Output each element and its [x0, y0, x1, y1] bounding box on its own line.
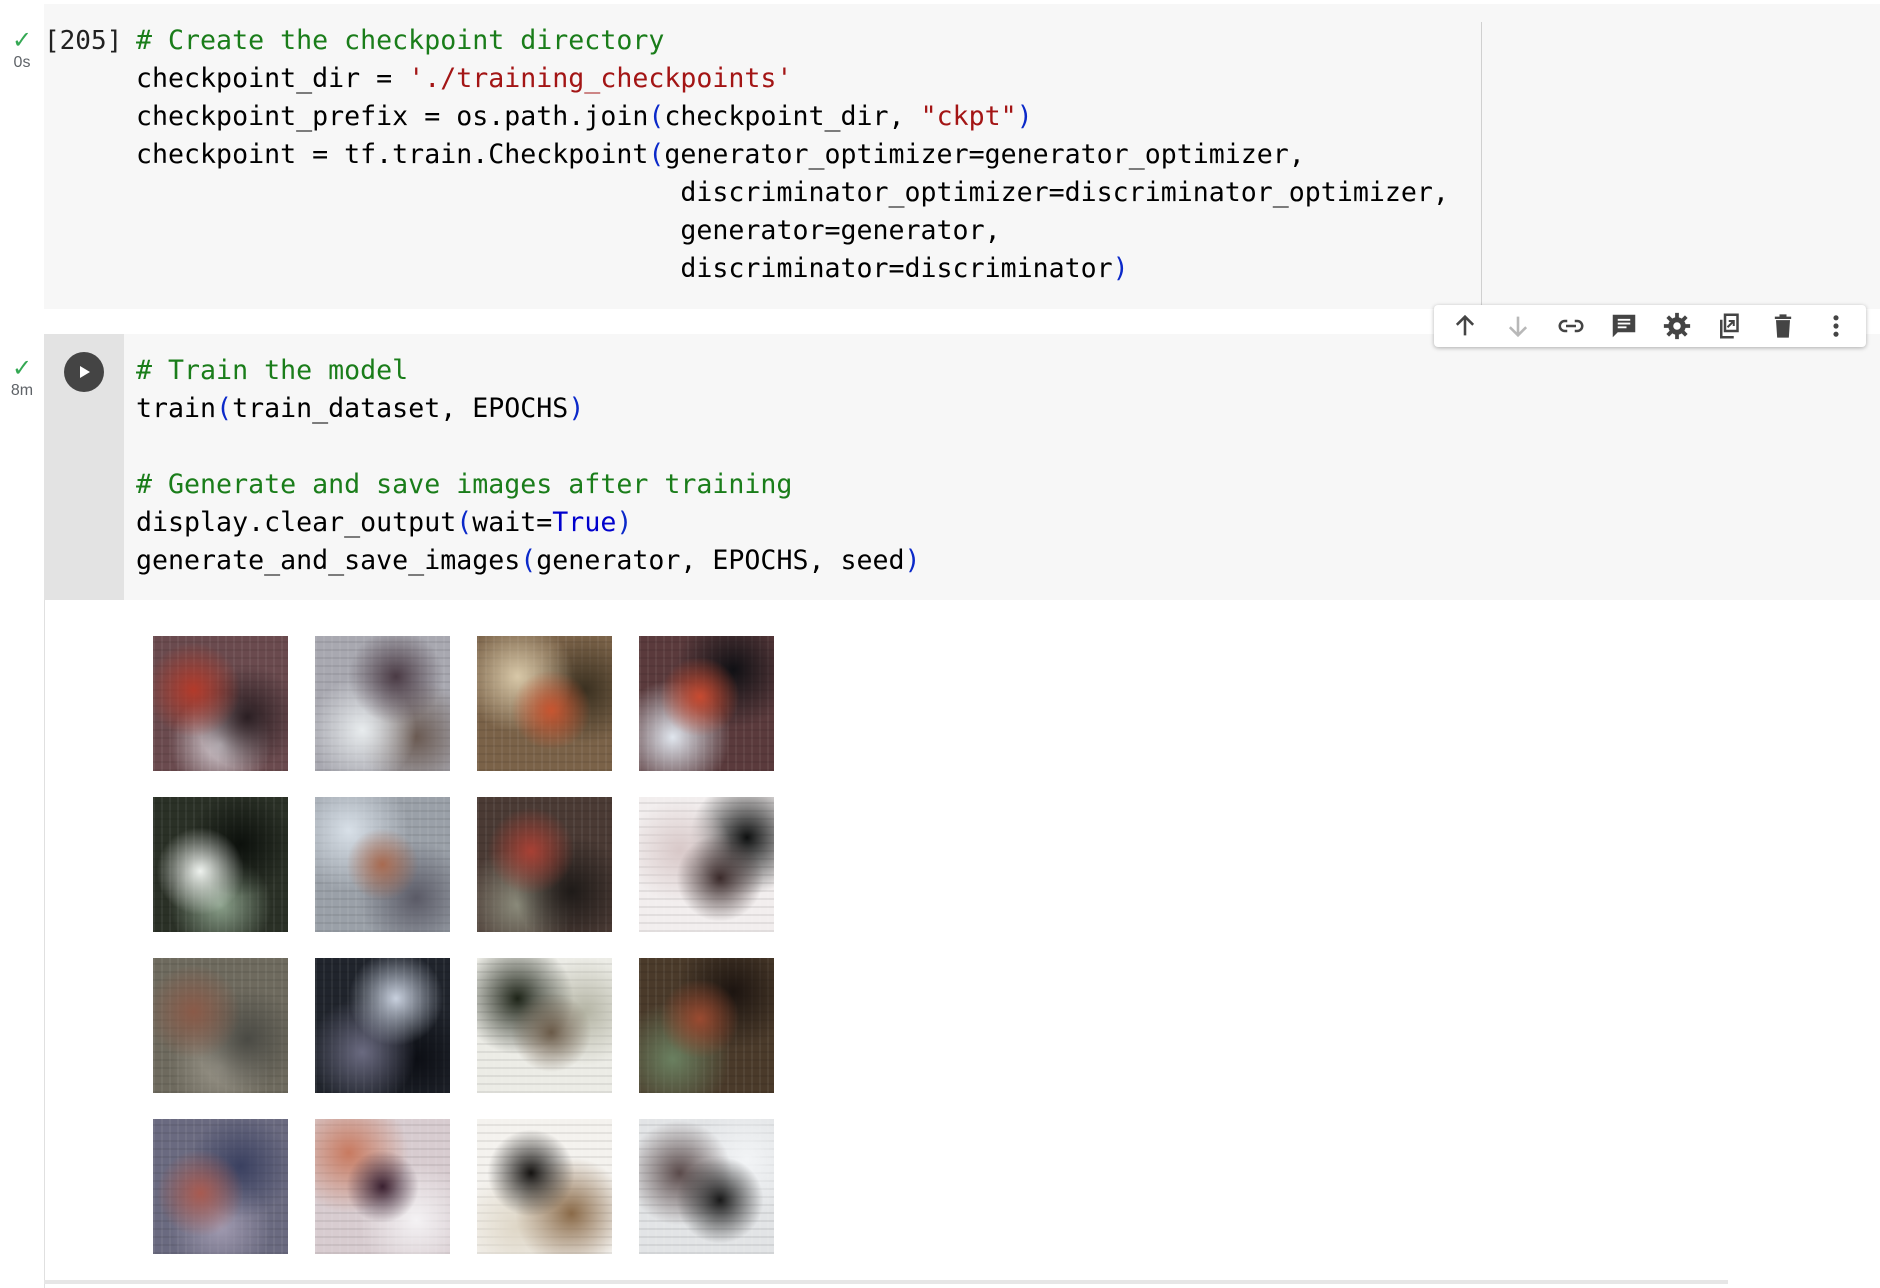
- code-keyword: True: [552, 507, 617, 538]
- move-cell-up-button[interactable]: [1445, 306, 1485, 346]
- move-cell-down-button[interactable]: [1498, 306, 1538, 346]
- code-bracket: ): [616, 507, 633, 538]
- code-comment: # Generate and save images after trainin…: [136, 469, 793, 500]
- generated-image: [477, 958, 612, 1093]
- code-string: './training_checkpoints': [408, 63, 793, 94]
- code-comment: # Create the checkpoint directory: [136, 25, 665, 56]
- code-text: discriminator=discriminator: [680, 253, 1113, 284]
- mirror-cell-icon: [1719, 313, 1739, 339]
- code-text: checkpoint_dir,: [664, 101, 921, 132]
- cell1-status: ✓ 0s: [0, 28, 44, 72]
- horizontal-scrollbar[interactable]: [44, 1280, 1728, 1284]
- code-string: "ckpt": [920, 101, 1017, 132]
- code-text: train_dataset, EPOCHS: [232, 393, 569, 424]
- code-bracket: (: [216, 393, 233, 424]
- more-actions-button[interactable]: [1816, 306, 1856, 346]
- generated-image: [315, 797, 450, 932]
- output-area-border: [44, 600, 45, 1288]
- delete-cell-button[interactable]: [1763, 306, 1803, 346]
- code-bracket: ): [1112, 253, 1129, 284]
- generated-image: [477, 636, 612, 771]
- trash-icon: [1774, 314, 1791, 338]
- code-comment: # Train the model: [136, 355, 409, 386]
- code-bracket: (: [648, 139, 665, 170]
- check-icon: ✓: [11, 354, 33, 382]
- code-text: wait=: [472, 507, 553, 538]
- add-comment-button[interactable]: [1604, 306, 1644, 346]
- code-text: generator_optimizer=generator_optimizer,: [664, 139, 1305, 170]
- generated-image: [153, 1119, 288, 1254]
- generated-image: [315, 1119, 450, 1254]
- more-vert-icon: [1832, 315, 1839, 337]
- code-text: checkpoint = tf.train.Checkpoint: [136, 139, 649, 170]
- check-icon: ✓: [11, 26, 33, 54]
- cell2-status: ✓ 8m: [0, 356, 44, 400]
- cell-settings-button[interactable]: [1657, 306, 1697, 346]
- cell-toolbar: [1434, 305, 1866, 347]
- generated-image: [315, 636, 450, 771]
- play-icon: [80, 366, 90, 378]
- code-text: discriminator_optimizer=discriminator_op…: [680, 177, 1449, 208]
- generated-image: [153, 636, 288, 771]
- generated-image: [639, 636, 774, 771]
- code-bracket: (: [648, 101, 665, 132]
- cell2-duration: 8m: [10, 382, 34, 399]
- generated-image: [639, 797, 774, 932]
- line-length-ruler: [1481, 22, 1482, 309]
- mirror-cell-button[interactable]: [1710, 306, 1750, 346]
- code-text: checkpoint_dir =: [136, 63, 409, 94]
- generated-image: [639, 958, 774, 1093]
- link-icon: [1558, 319, 1583, 333]
- copy-link-button[interactable]: [1551, 306, 1591, 346]
- comment-icon: [1612, 314, 1635, 338]
- execution-count: [205]: [44, 26, 123, 56]
- arrow-up-icon: [1455, 314, 1474, 336]
- code-text: checkpoint_prefix = os.path.join: [136, 101, 649, 132]
- code-bracket: ): [568, 393, 585, 424]
- code-bracket: ): [1016, 101, 1033, 132]
- cell1-code-editor[interactable]: # Create the checkpoint directory checkp…: [136, 22, 1449, 288]
- generated-image: [477, 1119, 612, 1254]
- code-bracket: (: [456, 507, 473, 538]
- code-text: train: [136, 393, 217, 424]
- code-text: generator, EPOCHS, seed: [536, 545, 905, 576]
- generated-images-grid: [153, 636, 774, 1254]
- run-cell-button[interactable]: [64, 352, 104, 392]
- code-bracket: (: [520, 545, 537, 576]
- code-bracket: ): [904, 545, 921, 576]
- gear-icon: [1663, 312, 1690, 340]
- generated-image: [477, 797, 612, 932]
- generated-image: [153, 797, 288, 932]
- cell1-duration: 0s: [13, 54, 31, 71]
- arrow-down-icon: [1508, 316, 1527, 338]
- generated-image: [153, 958, 288, 1093]
- code-text: generator=generator,: [680, 215, 1001, 246]
- generated-image: [315, 958, 450, 1093]
- code-text: display.clear_output: [136, 507, 457, 538]
- cell2-code-editor[interactable]: # Train the model train(train_dataset, E…: [136, 352, 921, 580]
- code-text: generate_and_save_images: [136, 545, 521, 576]
- generated-image: [639, 1119, 774, 1254]
